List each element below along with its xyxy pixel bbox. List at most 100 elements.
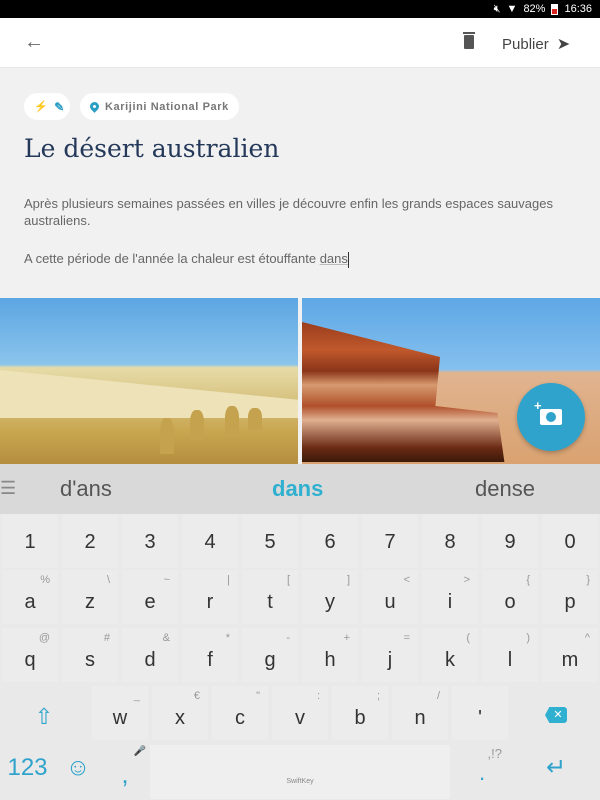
key-8[interactable]: 8	[422, 514, 478, 568]
space-bar[interactable]: SwiftKey	[150, 745, 450, 799]
key-9[interactable]: 9	[482, 514, 538, 568]
key-alt-label: €	[193, 690, 200, 702]
suggestion-1[interactable]: d'ans	[60, 476, 112, 502]
key-0[interactable]: 0	[542, 514, 598, 568]
numbers-label: 123	[7, 754, 48, 781]
key-7[interactable]: 7	[362, 514, 418, 568]
key-i[interactable]: > i	[422, 570, 478, 624]
key-label: 5	[264, 531, 276, 553]
key-2[interactable]: 2	[62, 514, 118, 568]
suggestion-3[interactable]: dense	[475, 476, 535, 502]
post-paragraph-1[interactable]: Après plusieurs semaines passées en vill…	[24, 195, 564, 229]
key-alt-label: \	[106, 574, 110, 586]
current-word: dans	[319, 251, 348, 266]
key-o[interactable]: {o	[482, 570, 538, 624]
back-arrow-icon[interactable]: ←	[24, 31, 44, 54]
key-z[interactable]: \ z	[62, 570, 118, 624]
key-label: 9	[504, 531, 516, 553]
app-bar: ← Publier ➤	[0, 18, 600, 68]
key-g[interactable]: -g	[242, 628, 298, 682]
key-label: e	[144, 591, 156, 613]
key-v[interactable]: :v	[272, 686, 328, 740]
publish-label: Publier	[502, 35, 549, 53]
letter-row-2: @ q # s & d * f - g + h = j(k) l ^ m	[0, 628, 600, 686]
key-alt-label: _	[133, 690, 140, 702]
key-h[interactable]: + h	[302, 628, 358, 682]
key-label: c	[235, 707, 245, 729]
key-label: 2	[84, 531, 96, 553]
pinnacle-shape	[248, 408, 262, 430]
menu-icon[interactable]: ☰	[0, 478, 16, 499]
period-key[interactable]: ,!? .	[452, 742, 512, 796]
key-q[interactable]: @ q	[2, 628, 58, 682]
key-c[interactable]: " c	[212, 686, 268, 740]
key-label: r	[206, 591, 214, 613]
key-f[interactable]: * f	[182, 628, 238, 682]
shift-key[interactable]: ⇧	[0, 686, 88, 740]
backspace-key[interactable]: ✕	[512, 686, 600, 740]
wifi-icon: ▼	[506, 3, 518, 15]
key-label: q	[24, 649, 36, 671]
key-label: p	[564, 591, 576, 613]
key-3[interactable]: 3	[122, 514, 178, 568]
key-a[interactable]: % a	[2, 570, 58, 624]
location-label: Karijini National Park	[105, 100, 229, 113]
suggestion-2[interactable]: dans	[272, 476, 323, 502]
key-t[interactable]: [t	[242, 570, 298, 624]
key-alt-label: )	[526, 632, 530, 644]
key-label: g	[264, 649, 276, 671]
key-6[interactable]: 6	[302, 514, 358, 568]
rock-shape	[302, 322, 505, 462]
numbers-key[interactable]: 123	[0, 742, 55, 796]
photo-gallery	[0, 298, 600, 464]
post-paragraph-2[interactable]: A cette période de l'année la chaleur es…	[24, 250, 564, 268]
key-u[interactable]: < u	[362, 570, 418, 624]
post-title[interactable]: Le désert australien	[24, 134, 279, 163]
key-4[interactable]: 4	[182, 514, 238, 568]
key-alt-label: %	[40, 574, 50, 586]
comma-key[interactable]: 🎤 ,	[100, 742, 150, 796]
photo-pinnacles-dunes[interactable]	[0, 298, 298, 464]
key-1[interactable]: 1	[2, 514, 58, 568]
key-p[interactable]: } p	[542, 570, 598, 624]
key-label: f	[207, 649, 213, 671]
key-apostrophe[interactable]: '	[452, 686, 508, 740]
key-alt-label: +	[343, 632, 350, 644]
comma-label: ,	[121, 759, 129, 789]
location-chip[interactable]: Karijini National Park	[80, 93, 239, 120]
key-y[interactable]: ] y	[302, 570, 358, 624]
battery-icon	[551, 3, 559, 15]
backspace-icon: ✕	[545, 707, 567, 723]
key-d[interactable]: & d	[122, 628, 178, 682]
send-icon: ➤	[556, 36, 571, 53]
key-w[interactable]: _ w	[92, 686, 148, 740]
key-alt-label: (	[466, 632, 470, 644]
key-5[interactable]: 5	[242, 514, 298, 568]
add-photo-icon	[534, 398, 562, 425]
key-n[interactable]: / n	[392, 686, 448, 740]
emoji-key[interactable]: ☺	[58, 742, 98, 796]
key-x[interactable]: € x	[152, 686, 208, 740]
key-r[interactable]: | r	[182, 570, 238, 624]
pinnacle-shape	[190, 410, 204, 440]
key-label: 1	[24, 531, 36, 553]
swiftkey-logo: SwiftKey	[286, 778, 314, 785]
publish-button[interactable]: Publier ➤	[502, 34, 570, 54]
key-s[interactable]: # s	[62, 628, 118, 682]
key-l[interactable]: ) l	[482, 628, 538, 682]
key-label: b	[354, 707, 366, 729]
key-k[interactable]: (k	[422, 628, 478, 682]
key-e[interactable]: ~ e	[122, 570, 178, 624]
key-alt-label: /	[436, 690, 440, 702]
key-label: 6	[324, 531, 336, 553]
key-b[interactable]: ; b	[332, 686, 388, 740]
add-photo-button[interactable]	[517, 383, 585, 451]
mute-icon: 🔇︎	[493, 2, 501, 15]
key-j[interactable]: = j	[362, 628, 418, 682]
key-m[interactable]: ^ m	[542, 628, 598, 682]
enter-icon: ↵	[545, 754, 567, 781]
trash-icon[interactable]	[463, 32, 475, 49]
pinnacle-shape	[225, 406, 239, 434]
enter-key[interactable]: ↵	[512, 742, 600, 796]
edit-mode-chip[interactable]: ⚡ ✎	[24, 93, 70, 120]
